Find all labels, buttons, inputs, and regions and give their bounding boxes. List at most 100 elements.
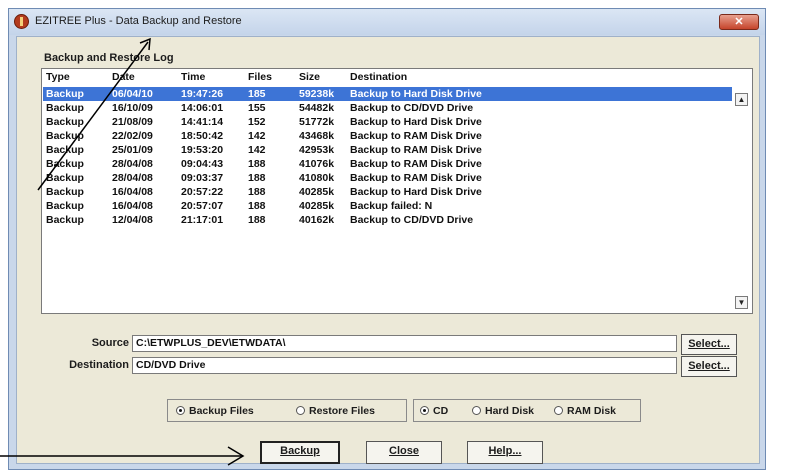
close-button[interactable]: Close (366, 441, 442, 464)
column-header-date[interactable]: Date (112, 71, 135, 83)
backup-files-label: Backup Files (189, 405, 254, 417)
cell-size: 59238k (299, 88, 335, 100)
log-row[interactable]: Backup 16/10/09 14:06:01 155 54482k Back… (43, 101, 732, 115)
restore-files-label: Restore Files (309, 405, 375, 417)
select-destination-button[interactable]: Select... (681, 356, 737, 377)
destination-label: Destination (69, 359, 129, 371)
ram-disk-radio[interactable]: RAM Disk (554, 405, 616, 417)
cell-type: Backup (46, 200, 84, 212)
log-row[interactable]: Backup 12/04/08 21:17:01 188 40162k Back… (43, 213, 732, 227)
cell-time: 19:53:20 (181, 144, 224, 156)
cell-size: 54482k (299, 102, 335, 114)
column-header-time[interactable]: Time (181, 71, 205, 83)
source-path-field[interactable]: C:\ETWPLUS_DEV\ETWDATA\ (132, 335, 677, 352)
cell-files: 185 (248, 88, 266, 100)
radio-unselected-icon (296, 406, 305, 415)
cell-files: 188 (248, 214, 266, 226)
column-header-files[interactable]: Files (248, 71, 272, 83)
log-row[interactable]: Backup 28/04/08 09:03:37 188 41080k Back… (43, 171, 732, 185)
column-header-destination[interactable]: Destination (350, 71, 407, 83)
log-row[interactable]: Backup 16/04/08 20:57:07 188 40285k Back… (43, 199, 732, 213)
cell-size: 40285k (299, 200, 335, 212)
cell-files: 188 (248, 172, 266, 184)
cell-date: 28/04/08 (112, 172, 153, 184)
cell-date: 16/04/08 (112, 186, 153, 198)
cell-type: Backup (46, 186, 84, 198)
backup-files-radio[interactable]: Backup Files (176, 405, 254, 417)
backup-log-list[interactable]: Type Date Time Files Size Destination Ba… (41, 68, 753, 314)
cell-time: 21:17:01 (181, 214, 224, 226)
column-header-size[interactable]: Size (299, 71, 320, 83)
log-row[interactable]: Backup 16/04/08 20:57:22 188 40285k Back… (43, 185, 732, 199)
cell-destination: Backup to RAM Disk Drive (350, 144, 482, 156)
backup-button[interactable]: Backup (260, 441, 340, 464)
backup-button-label: Backup (280, 445, 320, 457)
cell-destination: Backup failed: N (350, 200, 433, 212)
radio-unselected-icon (472, 406, 481, 415)
window-title: EZITREE Plus - Data Backup and Restore (35, 15, 242, 27)
scroll-up-arrow-icon[interactable]: ▲ (735, 93, 748, 106)
cell-time: 18:50:42 (181, 130, 224, 142)
hard-disk-label: Hard Disk (485, 405, 535, 417)
select-source-button-label: Select... (688, 338, 730, 350)
radio-selected-icon (176, 406, 185, 415)
cell-files: 152 (248, 116, 266, 128)
source-label: Source (91, 337, 129, 349)
help-button-label: Help... (488, 445, 522, 457)
log-group-label: Backup and Restore Log (44, 52, 174, 64)
log-row[interactable]: Backup 28/04/08 09:04:43 188 41076k Back… (43, 157, 732, 171)
cell-time: 20:57:07 (181, 200, 224, 212)
cell-size: 43468k (299, 130, 335, 142)
log-row[interactable]: Backup 21/08/09 14:41:14 152 51772k Back… (43, 115, 732, 129)
cell-files: 188 (248, 186, 266, 198)
select-destination-button-label: Select... (688, 360, 730, 372)
cell-files: 142 (248, 144, 266, 156)
cell-date: 06/04/10 (112, 88, 153, 100)
dialog-body: Backup and Restore Log Type Date Time Fi… (16, 36, 760, 464)
cell-files: 155 (248, 102, 266, 114)
log-row[interactable]: Backup 22/02/09 18:50:42 142 43468k Back… (43, 129, 732, 143)
cell-time: 14:41:14 (181, 116, 224, 128)
close-window-button[interactable]: ✕ (719, 14, 759, 30)
cell-type: Backup (46, 214, 84, 226)
restore-files-radio[interactable]: Restore Files (296, 405, 375, 417)
cell-time: 14:06:01 (181, 102, 224, 114)
cell-type: Backup (46, 158, 84, 170)
cell-type: Backup (46, 116, 84, 128)
cell-date: 22/02/09 (112, 130, 153, 142)
cell-date: 25/01/09 (112, 144, 153, 156)
cell-destination: Backup to CD/DVD Drive (350, 214, 474, 226)
cell-type: Backup (46, 172, 84, 184)
cell-size: 40162k (299, 214, 335, 226)
help-button[interactable]: Help... (467, 441, 543, 464)
cd-radio[interactable]: CD (420, 405, 448, 417)
app-icon (14, 14, 29, 29)
cell-size: 41080k (299, 172, 335, 184)
cell-date: 21/08/09 (112, 116, 153, 128)
cell-destination: Backup to Hard Disk Drive (350, 186, 482, 198)
cell-files: 142 (248, 130, 266, 142)
destination-field[interactable]: CD/DVD Drive (132, 357, 677, 374)
cell-destination: Backup to RAM Disk Drive (350, 172, 482, 184)
cell-size: 40285k (299, 186, 335, 198)
title-bar[interactable]: EZITREE Plus - Data Backup and Restore ✕ (9, 9, 765, 35)
cell-date: 16/10/09 (112, 102, 153, 114)
scroll-down-arrow-icon[interactable]: ▼ (735, 296, 748, 309)
radio-selected-icon (420, 406, 429, 415)
cell-destination: Backup to RAM Disk Drive (350, 130, 482, 142)
cell-destination: Backup to CD/DVD Drive (350, 102, 474, 114)
cell-type: Backup (46, 88, 84, 100)
cell-files: 188 (248, 200, 266, 212)
cell-time: 09:03:37 (181, 172, 224, 184)
cell-date: 12/04/08 (112, 214, 153, 226)
cell-date: 28/04/08 (112, 158, 153, 170)
cell-size: 51772k (299, 116, 335, 128)
log-row[interactable]: Backup 06/04/10 19:47:26 185 59238k Back… (43, 87, 732, 101)
cell-size: 41076k (299, 158, 335, 170)
log-row[interactable]: Backup 25/01/09 19:53:20 142 42953k Back… (43, 143, 732, 157)
column-header-type[interactable]: Type (46, 71, 70, 83)
select-source-button[interactable]: Select... (681, 334, 737, 355)
hard-disk-radio[interactable]: Hard Disk (472, 405, 534, 417)
cd-label: CD (433, 405, 449, 417)
cell-date: 16/04/08 (112, 200, 153, 212)
